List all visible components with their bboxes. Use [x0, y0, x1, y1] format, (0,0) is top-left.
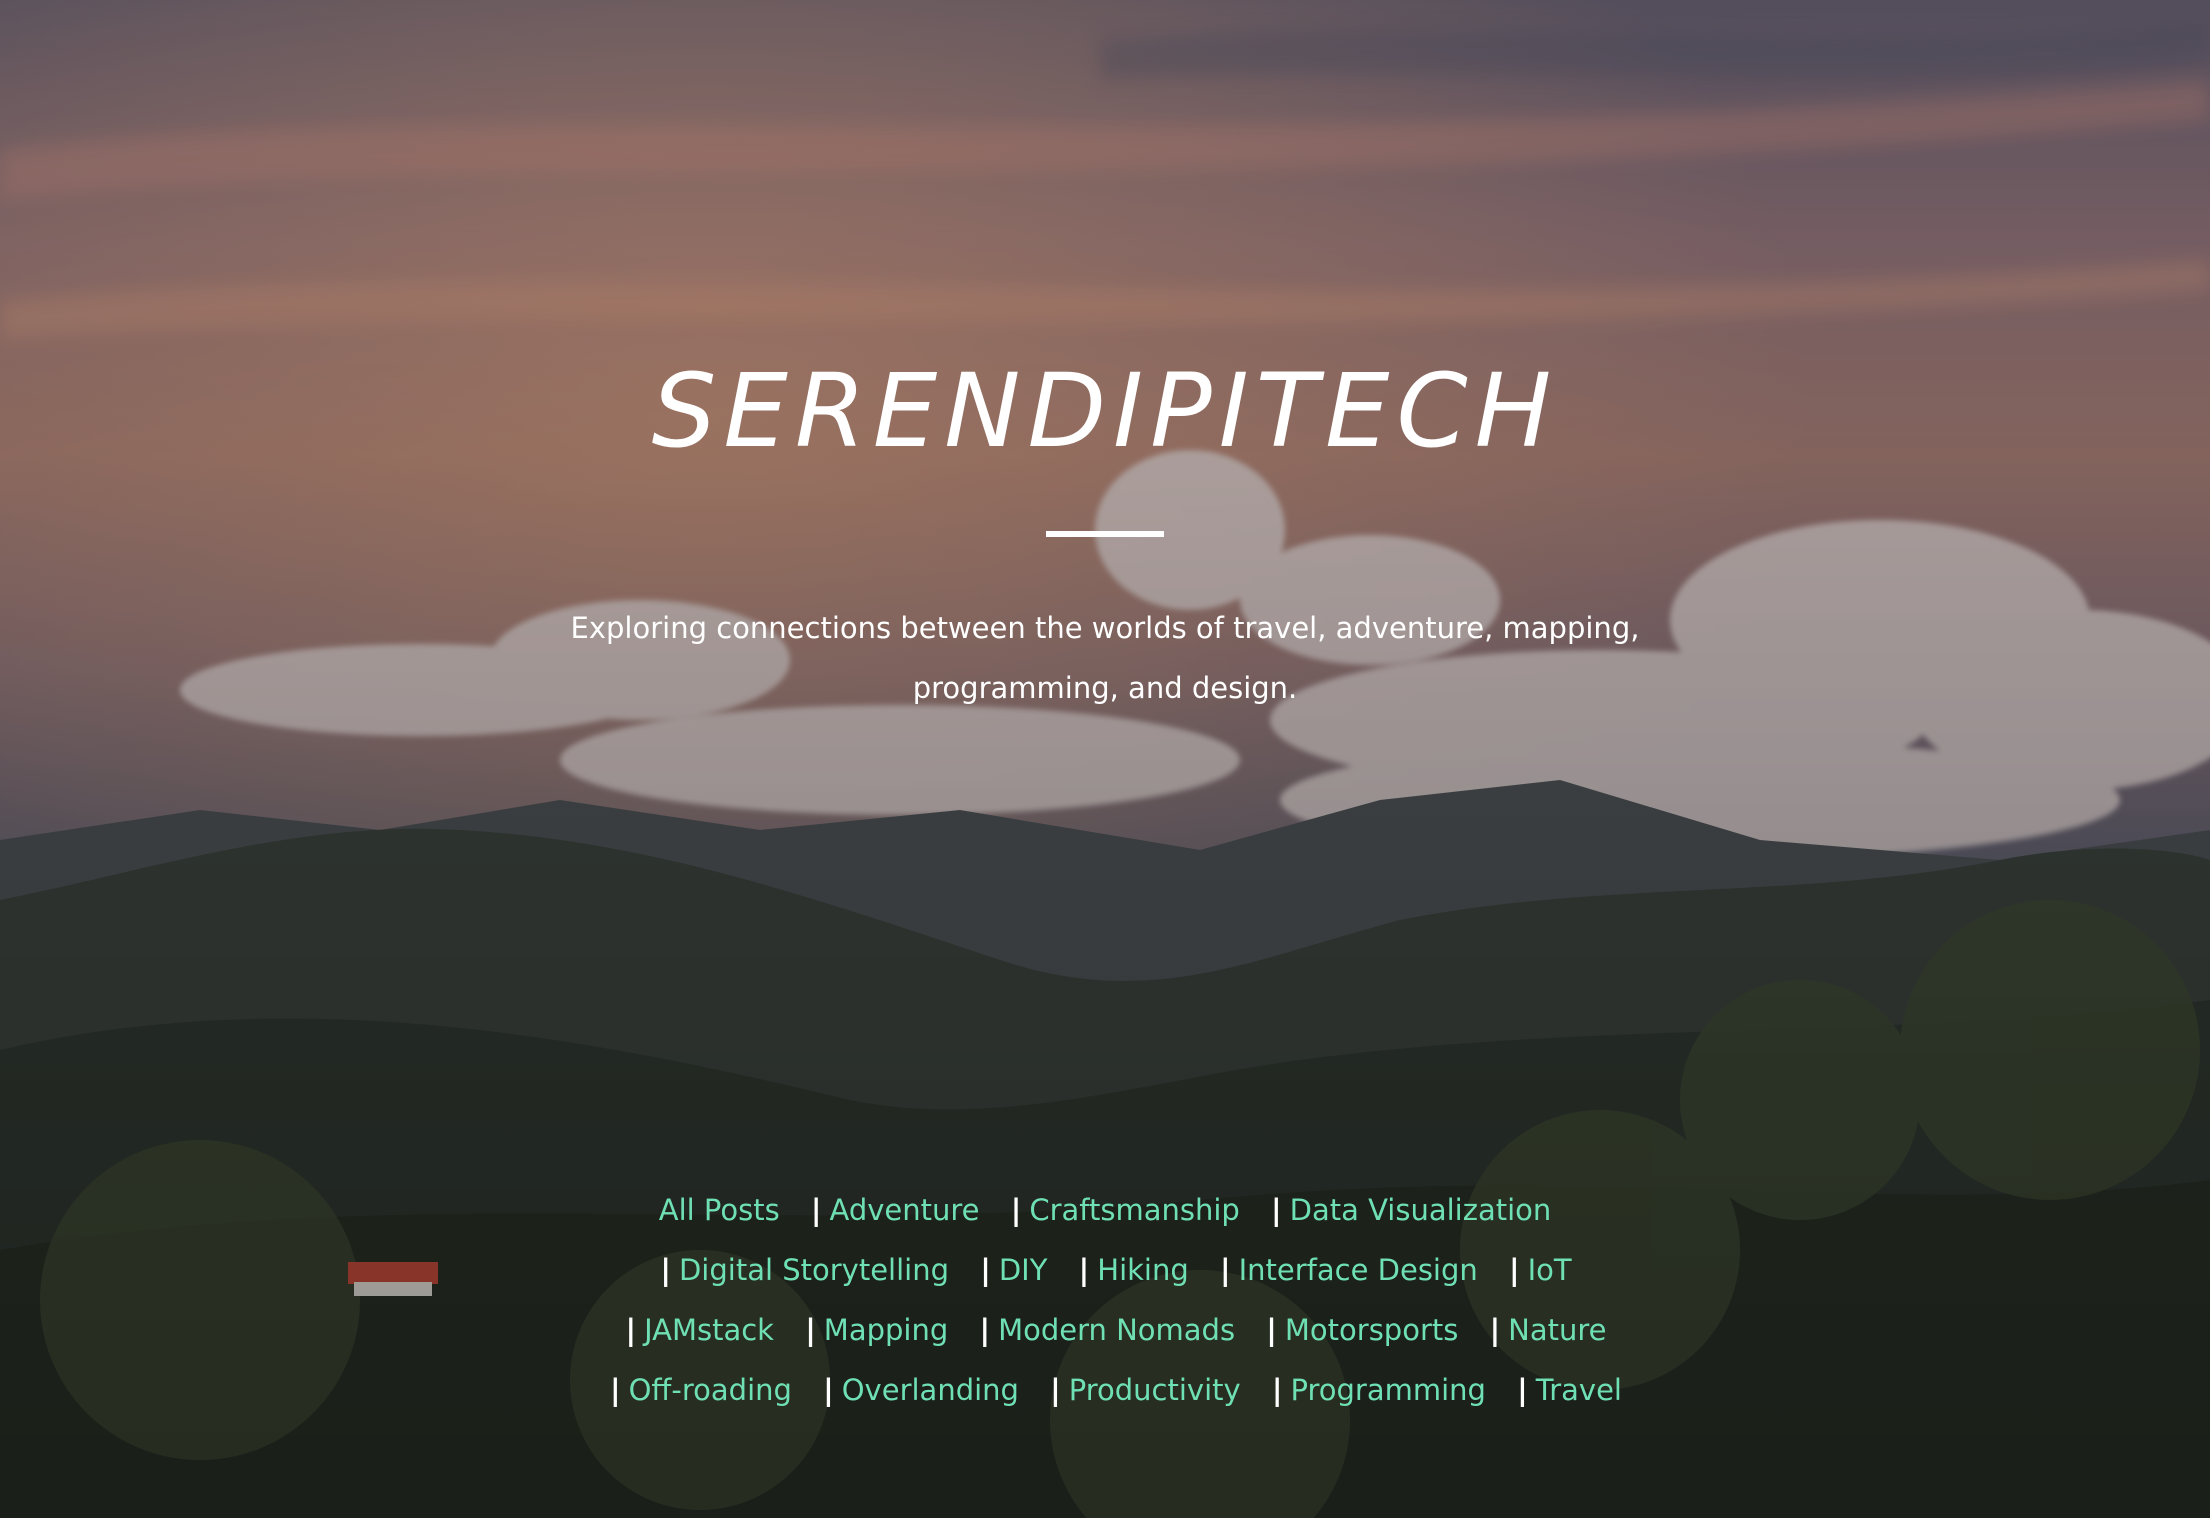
- category-item: | Digital Storytelling: [638, 1253, 949, 1287]
- category-separator: |: [1078, 1253, 1090, 1287]
- category-link-diy[interactable]: DIY: [999, 1253, 1048, 1287]
- category-separator: |: [1509, 1253, 1520, 1287]
- category-link-hiking[interactable]: Hiking: [1097, 1253, 1189, 1287]
- category-link-modern-nomads[interactable]: Modern Nomads: [998, 1313, 1235, 1347]
- category-item: | Craftsmanship: [989, 1193, 1240, 1227]
- category-link-data-visualization[interactable]: Data Visualization: [1290, 1193, 1552, 1227]
- category-separator: |: [1050, 1373, 1061, 1407]
- category-nav: |All Posts |Adventure |Craftsmanship |Da…: [585, 1180, 1625, 1420]
- category-item: | Modern Nomads: [957, 1313, 1235, 1347]
- category-item: | Off-roading: [588, 1373, 792, 1407]
- hero-content: SERENDIPITECH Exploring connections betw…: [0, 0, 2210, 1518]
- site-title: SERENDIPITECH: [651, 352, 1559, 471]
- category-separator: |: [1266, 1313, 1277, 1347]
- site-tagline: Exploring connections between the worlds…: [570, 611, 1640, 705]
- category-item: | Motorsports: [1244, 1313, 1458, 1347]
- category-item: | Mapping: [783, 1313, 948, 1347]
- category-separator: |: [823, 1373, 834, 1407]
- category-link-interface-design[interactable]: Interface Design: [1239, 1253, 1478, 1287]
- title-divider: [1046, 531, 1164, 537]
- category-item: | Overlanding: [801, 1373, 1019, 1407]
- category-link-programming[interactable]: Programming: [1291, 1373, 1486, 1407]
- category-separator: |: [1010, 1193, 1022, 1227]
- category-item: | DIY: [958, 1253, 1047, 1287]
- category-link-jamstack[interactable]: JAMstack: [644, 1313, 774, 1347]
- category-separator: |: [810, 1193, 822, 1227]
- category-item: | Hiking: [1057, 1253, 1189, 1287]
- category-item: | Programming: [1250, 1373, 1486, 1407]
- category-item: | Productivity: [1028, 1373, 1241, 1407]
- category-link-travel[interactable]: Travel: [1536, 1373, 1622, 1407]
- category-item: | Data Visualization: [1249, 1193, 1551, 1227]
- category-separator: |: [610, 1373, 621, 1407]
- category-link-nature[interactable]: Nature: [1508, 1313, 1606, 1347]
- category-item: | JAMstack: [603, 1313, 774, 1347]
- category-separator: |: [625, 1313, 637, 1347]
- category-link-craftsmanship[interactable]: Craftsmanship: [1029, 1193, 1239, 1227]
- hero-section: SERENDIPITECH Exploring connections betw…: [0, 0, 2210, 1518]
- category-item: | Travel: [1495, 1373, 1622, 1407]
- category-link-motorsports[interactable]: Motorsports: [1285, 1313, 1458, 1347]
- category-separator: |: [1271, 1193, 1282, 1227]
- category-link-all-posts[interactable]: All Posts: [659, 1193, 780, 1227]
- category-separator: |: [980, 1253, 991, 1287]
- category-item: |All Posts: [659, 1193, 780, 1227]
- category-item: | Interface Design: [1198, 1253, 1478, 1287]
- category-link-iot[interactable]: IoT: [1528, 1253, 1572, 1287]
- category-separator: |: [1271, 1373, 1283, 1407]
- category-item: | Adventure: [789, 1193, 980, 1227]
- category-item: | IoT: [1487, 1253, 1572, 1287]
- category-separator: |: [1220, 1253, 1231, 1287]
- category-separator: |: [660, 1253, 671, 1287]
- category-separator: |: [1489, 1313, 1501, 1347]
- category-separator: |: [979, 1313, 991, 1347]
- category-item: | Nature: [1468, 1313, 1607, 1347]
- category-link-productivity[interactable]: Productivity: [1069, 1373, 1241, 1407]
- category-link-off-roading[interactable]: Off-roading: [629, 1373, 792, 1407]
- category-separator: |: [1517, 1373, 1528, 1407]
- category-link-digital-storytelling[interactable]: Digital Storytelling: [679, 1253, 949, 1287]
- category-link-mapping[interactable]: Mapping: [824, 1313, 948, 1347]
- category-link-adventure[interactable]: Adventure: [830, 1193, 980, 1227]
- category-separator: |: [805, 1313, 816, 1347]
- category-link-overlanding[interactable]: Overlanding: [842, 1373, 1019, 1407]
